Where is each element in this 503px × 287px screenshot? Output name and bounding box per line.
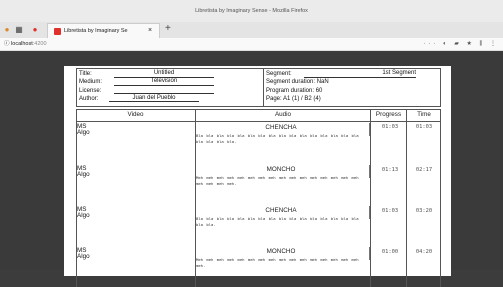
title-label: Title: xyxy=(79,71,92,77)
new-tab-button[interactable]: + xyxy=(165,23,171,34)
row-separator xyxy=(369,206,370,219)
page-viewport: Title: Untitled Medium: Television License… xyxy=(0,52,503,287)
progress-value: 01:00 xyxy=(381,249,399,255)
dialogue-text: Meh meh meh meh meh meh meh meh meh meh … xyxy=(196,257,359,268)
time-value: 02:17 xyxy=(415,167,433,173)
medium-label: Medium: xyxy=(79,79,103,86)
dialogue-text: Bla bla bla bla bla bla bla bla bla bla … xyxy=(196,216,359,227)
column-header-time: Time xyxy=(417,111,431,118)
column-header-video: Video xyxy=(127,111,144,118)
pinned-tab-icon[interactable]: ● xyxy=(30,25,40,35)
dialogue-text: Meh meh meh meh meh meh meh meh meh meh … xyxy=(196,175,359,186)
firefox-logo-icon: ● xyxy=(4,25,10,34)
column-divider xyxy=(406,109,407,287)
column-divider xyxy=(370,109,371,287)
segment-value: 1st Segment xyxy=(304,70,416,78)
title-value: Untitled xyxy=(114,70,214,78)
url-bar[interactable]: ⓘ localhost:4200 xyxy=(4,39,47,50)
time-value: 03:20 xyxy=(415,208,433,214)
video-description: Algo xyxy=(77,171,90,178)
header-right: Segment: 1st Segment Segment duration: Na… xyxy=(263,69,439,106)
page-indicator: Page: A1 (1) / B2 (4) xyxy=(266,95,321,102)
script-page: Title: Untitled Medium: Television License… xyxy=(64,66,451,287)
character-name: MONCHO xyxy=(266,248,296,255)
video-description: Algo xyxy=(77,129,90,136)
character-name: CHENCHA xyxy=(265,124,297,131)
medium-value: Television xyxy=(114,78,214,86)
header-divider xyxy=(76,121,441,122)
progress-value: 01:03 xyxy=(381,124,399,130)
row-separator xyxy=(369,247,370,260)
window-title: Libretista by Imaginary Sense - Mozilla … xyxy=(195,8,308,14)
character-name: CHENCHA xyxy=(265,207,297,214)
license-label: License: xyxy=(79,87,102,94)
video-description: Algo xyxy=(77,212,90,219)
info-icon[interactable]: ⓘ xyxy=(4,41,10,47)
libretista-favicon-icon xyxy=(54,28,61,35)
tab-group-icon[interactable]: ▦ xyxy=(14,25,24,35)
window-titlebar: Libretista by Imaginary Sense - Mozilla … xyxy=(0,0,503,22)
toolbar-icons[interactable]: ··· ◐ ▰ ★ ⫼ ⋮ xyxy=(423,39,499,50)
tab-title: Libretista by Imaginary Se xyxy=(64,28,128,34)
video-description: Algo xyxy=(77,253,90,260)
tab-bar: ● ▦ ● Libretista by Imaginary Se × + xyxy=(0,22,503,38)
license-value xyxy=(114,87,214,95)
segment-row: Segment: 1st Segment xyxy=(266,70,439,78)
author-label: Author: xyxy=(79,95,99,102)
segment-label: Segment: xyxy=(266,71,292,77)
url-host: localhost xyxy=(11,41,33,47)
author-row: Author: Juan del Pueblo xyxy=(79,95,261,103)
dialogue-text: Bla bla bla bla bla bla bla bla bla bla … xyxy=(196,133,359,144)
row-separator xyxy=(369,123,370,136)
script-header: Title: Untitled Medium: Television License… xyxy=(76,68,441,107)
time-value: 04:20 xyxy=(415,249,433,255)
column-header-audio: Audio xyxy=(274,111,292,118)
close-tab-icon[interactable]: × xyxy=(148,24,152,38)
program-duration: Program duration: 60 xyxy=(266,87,323,94)
navigation-bar: ⓘ localhost:4200 ··· ◐ ▰ ★ ⫼ ⋮ xyxy=(0,38,503,51)
progress-value: 01:13 xyxy=(381,167,399,173)
medium-row: Medium: Television xyxy=(79,78,261,86)
character-name: MONCHO xyxy=(266,166,296,173)
progress-value: 01:03 xyxy=(381,208,399,214)
title-row: Title: Untitled xyxy=(79,70,261,78)
column-header-progress: Progress xyxy=(375,111,402,118)
segment-duration: Segment duration: NaN xyxy=(266,79,329,86)
tab-libretista[interactable]: Libretista by Imaginary Se × xyxy=(47,23,160,38)
header-left: Title: Untitled Medium: Television License… xyxy=(79,70,261,103)
url-port: :4200 xyxy=(32,41,47,47)
author-value: Juan del Pueblo xyxy=(109,95,199,103)
row-separator xyxy=(369,165,370,178)
time-value: 01:03 xyxy=(415,124,433,130)
license-row: License: xyxy=(79,87,261,95)
